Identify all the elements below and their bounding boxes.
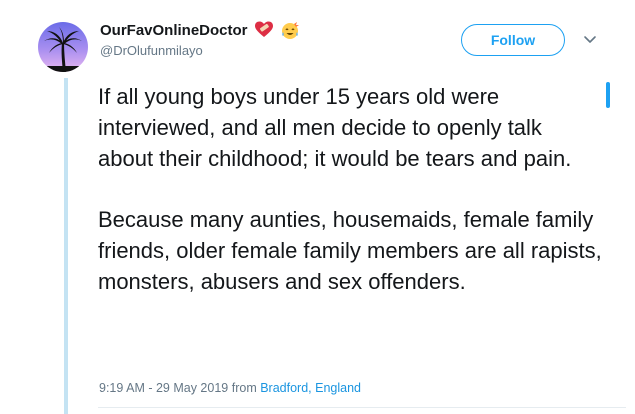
author-name-row: OurFavOnlineDoctor	[100, 20, 300, 40]
tweet-text: If all young boys under 15 years old wer…	[98, 82, 603, 298]
scrollbar-indicator[interactable]	[606, 82, 610, 108]
tweet-timestamp[interactable]: 9:19 AM - 29 May 2019	[99, 381, 228, 395]
heart-with-bandage-icon	[254, 20, 274, 40]
tweet-location-link[interactable]: Bradford, England	[260, 381, 361, 395]
from-label: from	[231, 381, 257, 395]
follow-button[interactable]: Follow	[461, 24, 565, 56]
avatar-palm-tree-image	[38, 22, 88, 72]
tweet-paragraph: If all young boys under 15 years old wer…	[98, 84, 572, 171]
face-with-tears-icon	[280, 20, 300, 40]
tweet-metadata: 9:19 AM - 29 May 2019 from Bradford, Eng…	[99, 381, 361, 395]
avatar[interactable]	[38, 22, 88, 72]
author-handle[interactable]: @DrOlufunmilayo	[100, 43, 203, 58]
chevron-down-icon[interactable]	[583, 32, 597, 46]
tweet-paragraph: Because many aunties, housemaids, female…	[98, 207, 602, 294]
author-display-name[interactable]: OurFavOnlineDoctor	[100, 22, 248, 39]
divider	[98, 407, 626, 408]
thread-connector-line	[64, 78, 68, 414]
